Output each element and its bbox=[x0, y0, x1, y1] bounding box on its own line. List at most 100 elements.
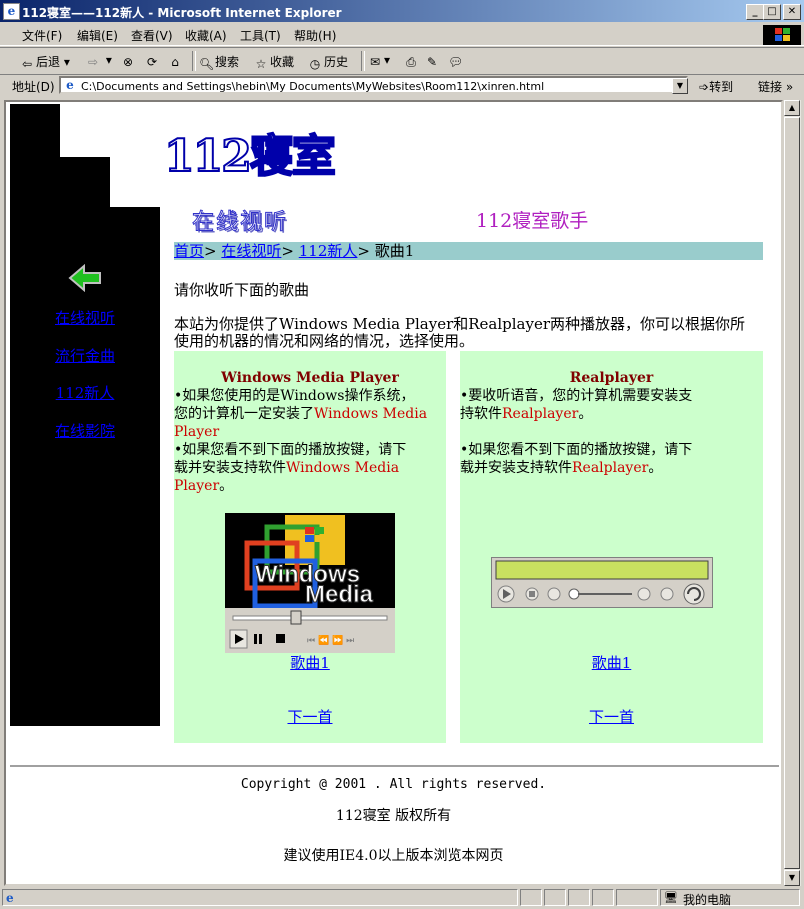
forward-arrow-icon: ⇨ bbox=[87, 55, 99, 69]
discuss-button[interactable]: 💬︎ bbox=[448, 53, 464, 69]
copyright-text: Copyright @ 2001 . All rights reserved. bbox=[240, 777, 547, 792]
status-panel bbox=[520, 889, 542, 906]
breadcrumb-current: 歌曲1 bbox=[374, 242, 415, 260]
next-song-link[interactable]: 下一首 bbox=[460, 706, 763, 727]
status-message: e bbox=[2, 889, 518, 906]
menu-edit[interactable]: 编辑(E) bbox=[77, 27, 118, 44]
realplayer-control[interactable] bbox=[491, 557, 713, 608]
forward-button[interactable]: ⇨ ▾ bbox=[86, 53, 112, 69]
page-viewport: 在线视听 流行金曲 112新人 在线影院 112寝室 在线视听 112寝室歌手 … bbox=[4, 100, 783, 886]
menu-help[interactable]: 帮助(H) bbox=[294, 27, 336, 44]
panel-title: Windows Media Player bbox=[221, 370, 399, 386]
sidebar-item-newbie[interactable]: 112新人 bbox=[10, 382, 160, 403]
intro-text: 请你收听下面的歌曲 bbox=[174, 281, 310, 299]
wmp-caption: Windows Media bbox=[254, 561, 374, 608]
home-button[interactable]: ⌂ bbox=[168, 53, 184, 69]
next-song-link[interactable]: 下一首 bbox=[174, 706, 446, 727]
zone-panel: 🖥︎ 我的电脑 bbox=[660, 889, 800, 907]
ie-icon: e bbox=[3, 3, 20, 20]
svg-text:⏮ ⏪ ⏩ ⏭: ⏮ ⏪ ⏩ ⏭ bbox=[307, 634, 354, 646]
search-icon: 🔍︎ bbox=[199, 57, 215, 71]
menu-file[interactable]: 文件(F) bbox=[22, 27, 62, 44]
menu-bar: 文件(F) 编辑(E) 查看(V) 收藏(A) 工具(T) 帮助(H) bbox=[0, 23, 804, 46]
stop-button[interactable]: ⊗ bbox=[121, 53, 137, 69]
vertical-scrollbar[interactable]: ▲ ▼ bbox=[783, 100, 801, 886]
computer-icon: 🖥︎ bbox=[664, 891, 678, 904]
mail-icon: ✉ bbox=[369, 55, 381, 69]
page-icon: e bbox=[66, 78, 74, 92]
history-button[interactable]: ◷ 历史 bbox=[308, 53, 348, 71]
sidebar-item-online[interactable]: 在线视听 bbox=[10, 307, 160, 328]
panel-body: •如果您使用的是Windows操作系统， 您的计算机一定安装了Windows M… bbox=[174, 388, 428, 494]
edit-button[interactable]: ✎ bbox=[425, 53, 441, 69]
wmp-panel: Windows Media Player •如果您使用的是Windows操作系统… bbox=[174, 351, 446, 743]
print-button[interactable]: ⎙ bbox=[404, 53, 420, 69]
menu-view[interactable]: 查看(V) bbox=[131, 27, 173, 44]
breadcrumb-online[interactable]: 在线视听 bbox=[221, 242, 281, 260]
status-panel bbox=[592, 889, 614, 906]
breadcrumb-sep: > bbox=[204, 242, 217, 260]
history-icon: ◷ bbox=[309, 57, 321, 71]
title-bar: e 112寝室——112新人 - Microsoft Internet Expl… bbox=[0, 0, 804, 22]
breadcrumb-newbie[interactable]: 112新人 bbox=[299, 242, 358, 260]
wmp-player-image[interactable]: ⏮ ⏪ ⏩ ⏭ Windows Media bbox=[225, 513, 395, 653]
back-arrow-icon: ⇦ bbox=[21, 57, 33, 71]
page-subtitle: 112寝室歌手 bbox=[476, 210, 589, 232]
favorites-icon: ☆ bbox=[255, 57, 267, 71]
site-logo: 112寝室 bbox=[163, 130, 337, 183]
toolbar-separator bbox=[361, 51, 365, 71]
home-icon: ⌂ bbox=[171, 55, 179, 69]
rights-text: 112寝室 版权所有 bbox=[335, 808, 452, 824]
browser-advice: 建议使用IE4.0以上版本浏览本网页 bbox=[283, 848, 504, 864]
back-arrow-icon[interactable] bbox=[68, 264, 102, 292]
toolbar-separator bbox=[192, 51, 196, 71]
maximize-button[interactable]: □ bbox=[763, 4, 781, 20]
minimize-button[interactable]: _ bbox=[746, 4, 764, 20]
refresh-button[interactable]: ⟳ bbox=[145, 53, 161, 69]
realplayer-panel: Realplayer •要收听语音，您的计算机需要安装支 持软件Realplay… bbox=[460, 351, 763, 743]
menu-favorites[interactable]: 收藏(A) bbox=[185, 27, 227, 44]
scroll-down-button[interactable]: ▼ bbox=[784, 870, 800, 886]
window-title: 112寝室——112新人 - Microsoft Internet Explor… bbox=[22, 6, 342, 20]
windows-logo-icon bbox=[763, 25, 801, 45]
sidebar-item-cinema[interactable]: 在线影院 bbox=[10, 420, 160, 441]
stop-icon: ⊗ bbox=[122, 55, 134, 69]
address-label: 地址(D) bbox=[12, 80, 55, 94]
footer-divider bbox=[10, 765, 779, 767]
mail-button[interactable]: ✉ ▾ bbox=[368, 53, 390, 69]
breadcrumb: 首页> 在线视听> 112新人> 歌曲1 bbox=[174, 242, 763, 260]
panel-title: Realplayer bbox=[569, 370, 654, 386]
sidebar-item-hits[interactable]: 流行金曲 bbox=[10, 345, 160, 366]
section-title: 在线视听 bbox=[191, 210, 289, 236]
song-link[interactable]: 歌曲1 bbox=[460, 652, 763, 673]
sidebar-notch bbox=[60, 104, 110, 157]
song-link[interactable]: 歌曲1 bbox=[174, 652, 446, 673]
go-button[interactable]: ➩转到 bbox=[699, 78, 733, 95]
links-button[interactable]: 链接 » bbox=[758, 78, 793, 95]
search-button[interactable]: 🔍︎搜索 bbox=[199, 53, 239, 71]
discuss-icon: 💬︎ bbox=[448, 55, 464, 69]
breadcrumb-sep: > bbox=[357, 242, 370, 260]
address-dropdown-button[interactable]: ▼ bbox=[672, 78, 688, 94]
address-url: C:\Documents and Settings\hebin\My Docum… bbox=[81, 80, 545, 93]
favorites-button[interactable]: ☆ 收藏 bbox=[254, 53, 294, 71]
status-bar: e 🖥︎ 我的电脑 bbox=[0, 887, 804, 909]
back-button[interactable]: ⇦ 后退 ▾ bbox=[20, 53, 70, 71]
status-panel bbox=[568, 889, 590, 906]
menu-tools[interactable]: 工具(T) bbox=[240, 27, 281, 44]
panel-body: •要收听语音，您的计算机需要安装支 持软件Realplayer。 •如果您看不到… bbox=[460, 388, 693, 476]
zone-label: 我的电脑 bbox=[683, 893, 732, 907]
address-input[interactable]: e C:\Documents and Settings\hebin\My Doc… bbox=[59, 76, 688, 94]
scroll-thumb[interactable] bbox=[784, 117, 800, 869]
page-icon: e bbox=[6, 891, 14, 905]
status-panel bbox=[616, 889, 658, 906]
status-panel bbox=[544, 889, 566, 906]
edit-icon: ✎ bbox=[426, 55, 438, 69]
scroll-up-button[interactable]: ▲ bbox=[784, 100, 800, 116]
close-button[interactable]: ✕ bbox=[783, 4, 801, 20]
breadcrumb-home[interactable]: 首页 bbox=[174, 242, 204, 260]
go-arrow-icon: ➩ bbox=[699, 80, 710, 94]
refresh-icon: ⟳ bbox=[146, 55, 158, 69]
print-icon: ⎙ bbox=[406, 55, 416, 69]
breadcrumb-sep: > bbox=[281, 242, 294, 260]
